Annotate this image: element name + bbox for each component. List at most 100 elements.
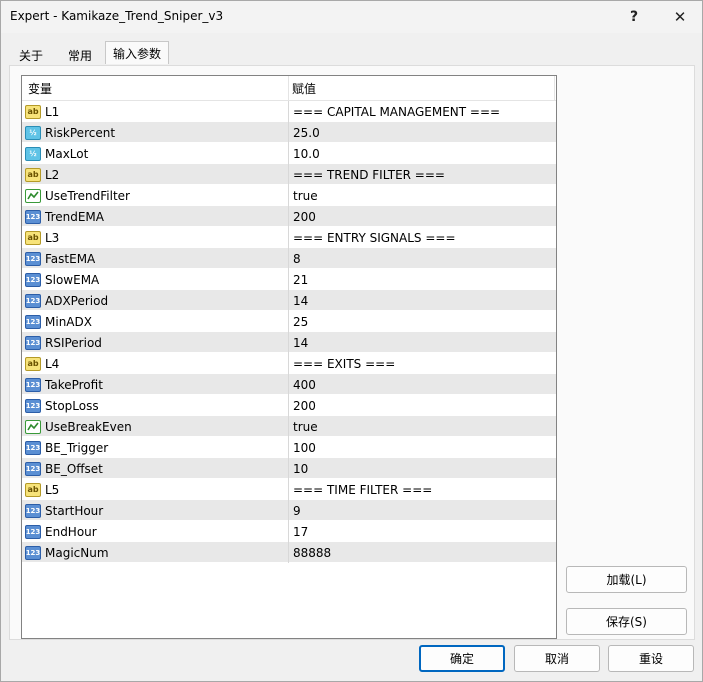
table-row[interactable]: 123 MinADX 25 [22,311,556,332]
reset-button[interactable]: 重设 [608,645,694,672]
parameter-name-cell[interactable]: ab L3 [22,227,288,248]
integer-type-icon: 123 [25,440,41,455]
parameter-value[interactable]: 17 [288,521,556,542]
close-icon[interactable]: ✕ [657,3,703,31]
parameter-value[interactable]: 9 [288,500,556,521]
parameter-name-cell[interactable]: UseBreakEven [22,416,288,437]
table-row[interactable]: 123 SlowEMA 21 [22,269,556,290]
tab-about[interactable]: 关于 [10,43,52,67]
table-row[interactable]: ½ RiskPercent 25.0 [22,122,556,143]
parameter-name-cell[interactable]: 123 BE_Offset [22,458,288,479]
parameter-name: BE_Trigger [45,440,109,455]
double-type-icon: ½ [25,146,41,161]
parameter-name: FastEMA [45,251,96,266]
parameter-value[interactable]: 200 [288,395,556,416]
parameter-value[interactable]: 100 [288,437,556,458]
grid-header: 变量 赋值 [22,76,556,101]
parameter-value[interactable]: true [288,185,556,206]
parameter-value[interactable]: 10.0 [288,143,556,164]
parameter-value[interactable]: === TIME FILTER === [288,479,556,500]
column-divider[interactable] [554,76,555,101]
window-title: Expert - Kamikaze_Trend_Sniper_v3 [10,9,224,23]
parameter-name-cell[interactable]: ab L4 [22,353,288,374]
parameter-name-cell[interactable]: 123 RSIPeriod [22,332,288,353]
table-row[interactable]: ab L3 === ENTRY SIGNALS === [22,227,556,248]
parameter-name-cell[interactable]: 123 StartHour [22,500,288,521]
parameter-name: L1 [45,104,60,119]
parameter-name: MinADX [45,314,92,329]
parameter-name-cell[interactable]: ½ RiskPercent [22,122,288,143]
save-button[interactable]: 保存(S) [566,608,687,635]
parameter-name: RSIPeriod [45,335,102,350]
parameter-value[interactable]: 25.0 [288,122,556,143]
ok-button[interactable]: 确定 [419,645,505,672]
parameter-value[interactable]: 14 [288,290,556,311]
column-header-value[interactable]: 赋值 [292,76,316,101]
parameter-name: RiskPercent [45,125,116,140]
parameter-value[interactable]: 10 [288,458,556,479]
table-row[interactable]: 123 StartHour 9 [22,500,556,521]
parameter-name-cell[interactable]: 123 SlowEMA [22,269,288,290]
integer-type-icon: 123 [25,293,41,308]
parameter-name-cell[interactable]: 123 TakeProfit [22,374,288,395]
tab-inputs[interactable]: 输入参数 [105,41,169,64]
load-button[interactable]: 加载(L) [566,566,687,593]
parameter-name-cell[interactable]: 123 BE_Trigger [22,437,288,458]
table-row[interactable]: 123 TrendEMA 200 [22,206,556,227]
table-row[interactable]: 123 BE_Offset 10 [22,458,556,479]
parameter-value[interactable]: 8 [288,248,556,269]
table-row[interactable]: 123 FastEMA 8 [22,248,556,269]
table-row[interactable]: ab L4 === EXITS === [22,353,556,374]
parameter-name: BE_Offset [45,461,103,476]
table-row[interactable]: 123 MagicNum 88888 [22,542,556,563]
parameter-value[interactable]: === EXITS === [288,353,556,374]
parameter-value[interactable]: 14 [288,332,556,353]
parameter-name-cell[interactable]: UseTrendFilter [22,185,288,206]
string-type-icon: ab [25,482,41,497]
parameter-name-cell[interactable]: 123 ADXPeriod [22,290,288,311]
integer-type-icon: 123 [25,335,41,350]
string-type-icon: ab [25,167,41,182]
parameter-value[interactable]: === CAPITAL MANAGEMENT === [288,101,556,122]
parameter-name-cell[interactable]: 123 FastEMA [22,248,288,269]
title-bar: Expert - Kamikaze_Trend_Sniper_v3 ? ✕ [1,1,702,33]
parameter-name-cell[interactable]: ½ MaxLot [22,143,288,164]
boolean-type-icon [25,188,41,203]
parameter-name-cell[interactable]: ab L1 [22,101,288,122]
table-row[interactable]: 123 BE_Trigger 100 [22,437,556,458]
table-row[interactable]: ab L2 === TREND FILTER === [22,164,556,185]
column-divider[interactable] [288,76,289,101]
table-row[interactable]: 123 StopLoss 200 [22,395,556,416]
parameter-value[interactable]: 88888 [288,542,556,563]
parameter-name-cell[interactable]: ab L2 [22,164,288,185]
integer-type-icon: 123 [25,524,41,539]
help-icon[interactable]: ? [611,3,657,31]
parameter-value[interactable]: === ENTRY SIGNALS === [288,227,556,248]
table-row[interactable]: 123 ADXPeriod 14 [22,290,556,311]
tab-common[interactable]: 常用 [57,43,103,67]
table-row[interactable]: ab L1 === CAPITAL MANAGEMENT === [22,101,556,122]
table-row[interactable]: 123 RSIPeriod 14 [22,332,556,353]
table-row[interactable]: ab L5 === TIME FILTER === [22,479,556,500]
parameter-name-cell[interactable]: 123 TrendEMA [22,206,288,227]
parameter-name-cell[interactable]: 123 MinADX [22,311,288,332]
parameter-value[interactable]: 21 [288,269,556,290]
column-header-variable[interactable]: 变量 [28,76,52,101]
boolean-type-icon [25,419,41,434]
table-row[interactable]: UseTrendFilter true [22,185,556,206]
table-row[interactable]: UseBreakEven true [22,416,556,437]
table-row[interactable]: 123 EndHour 17 [22,521,556,542]
cancel-button[interactable]: 取消 [514,645,600,672]
parameter-value[interactable]: true [288,416,556,437]
parameter-value[interactable]: 25 [288,311,556,332]
parameter-value[interactable]: 400 [288,374,556,395]
parameter-value[interactable]: === TREND FILTER === [288,164,556,185]
parameter-name-cell[interactable]: 123 MagicNum [22,542,288,563]
parameter-name-cell[interactable]: ab L5 [22,479,288,500]
parameter-value[interactable]: 200 [288,206,556,227]
parameter-name-cell[interactable]: 123 StopLoss [22,395,288,416]
table-row[interactable]: 123 TakeProfit 400 [22,374,556,395]
parameter-name-cell[interactable]: 123 EndHour [22,521,288,542]
table-row[interactable]: ½ MaxLot 10.0 [22,143,556,164]
parameter-name: ADXPeriod [45,293,109,308]
